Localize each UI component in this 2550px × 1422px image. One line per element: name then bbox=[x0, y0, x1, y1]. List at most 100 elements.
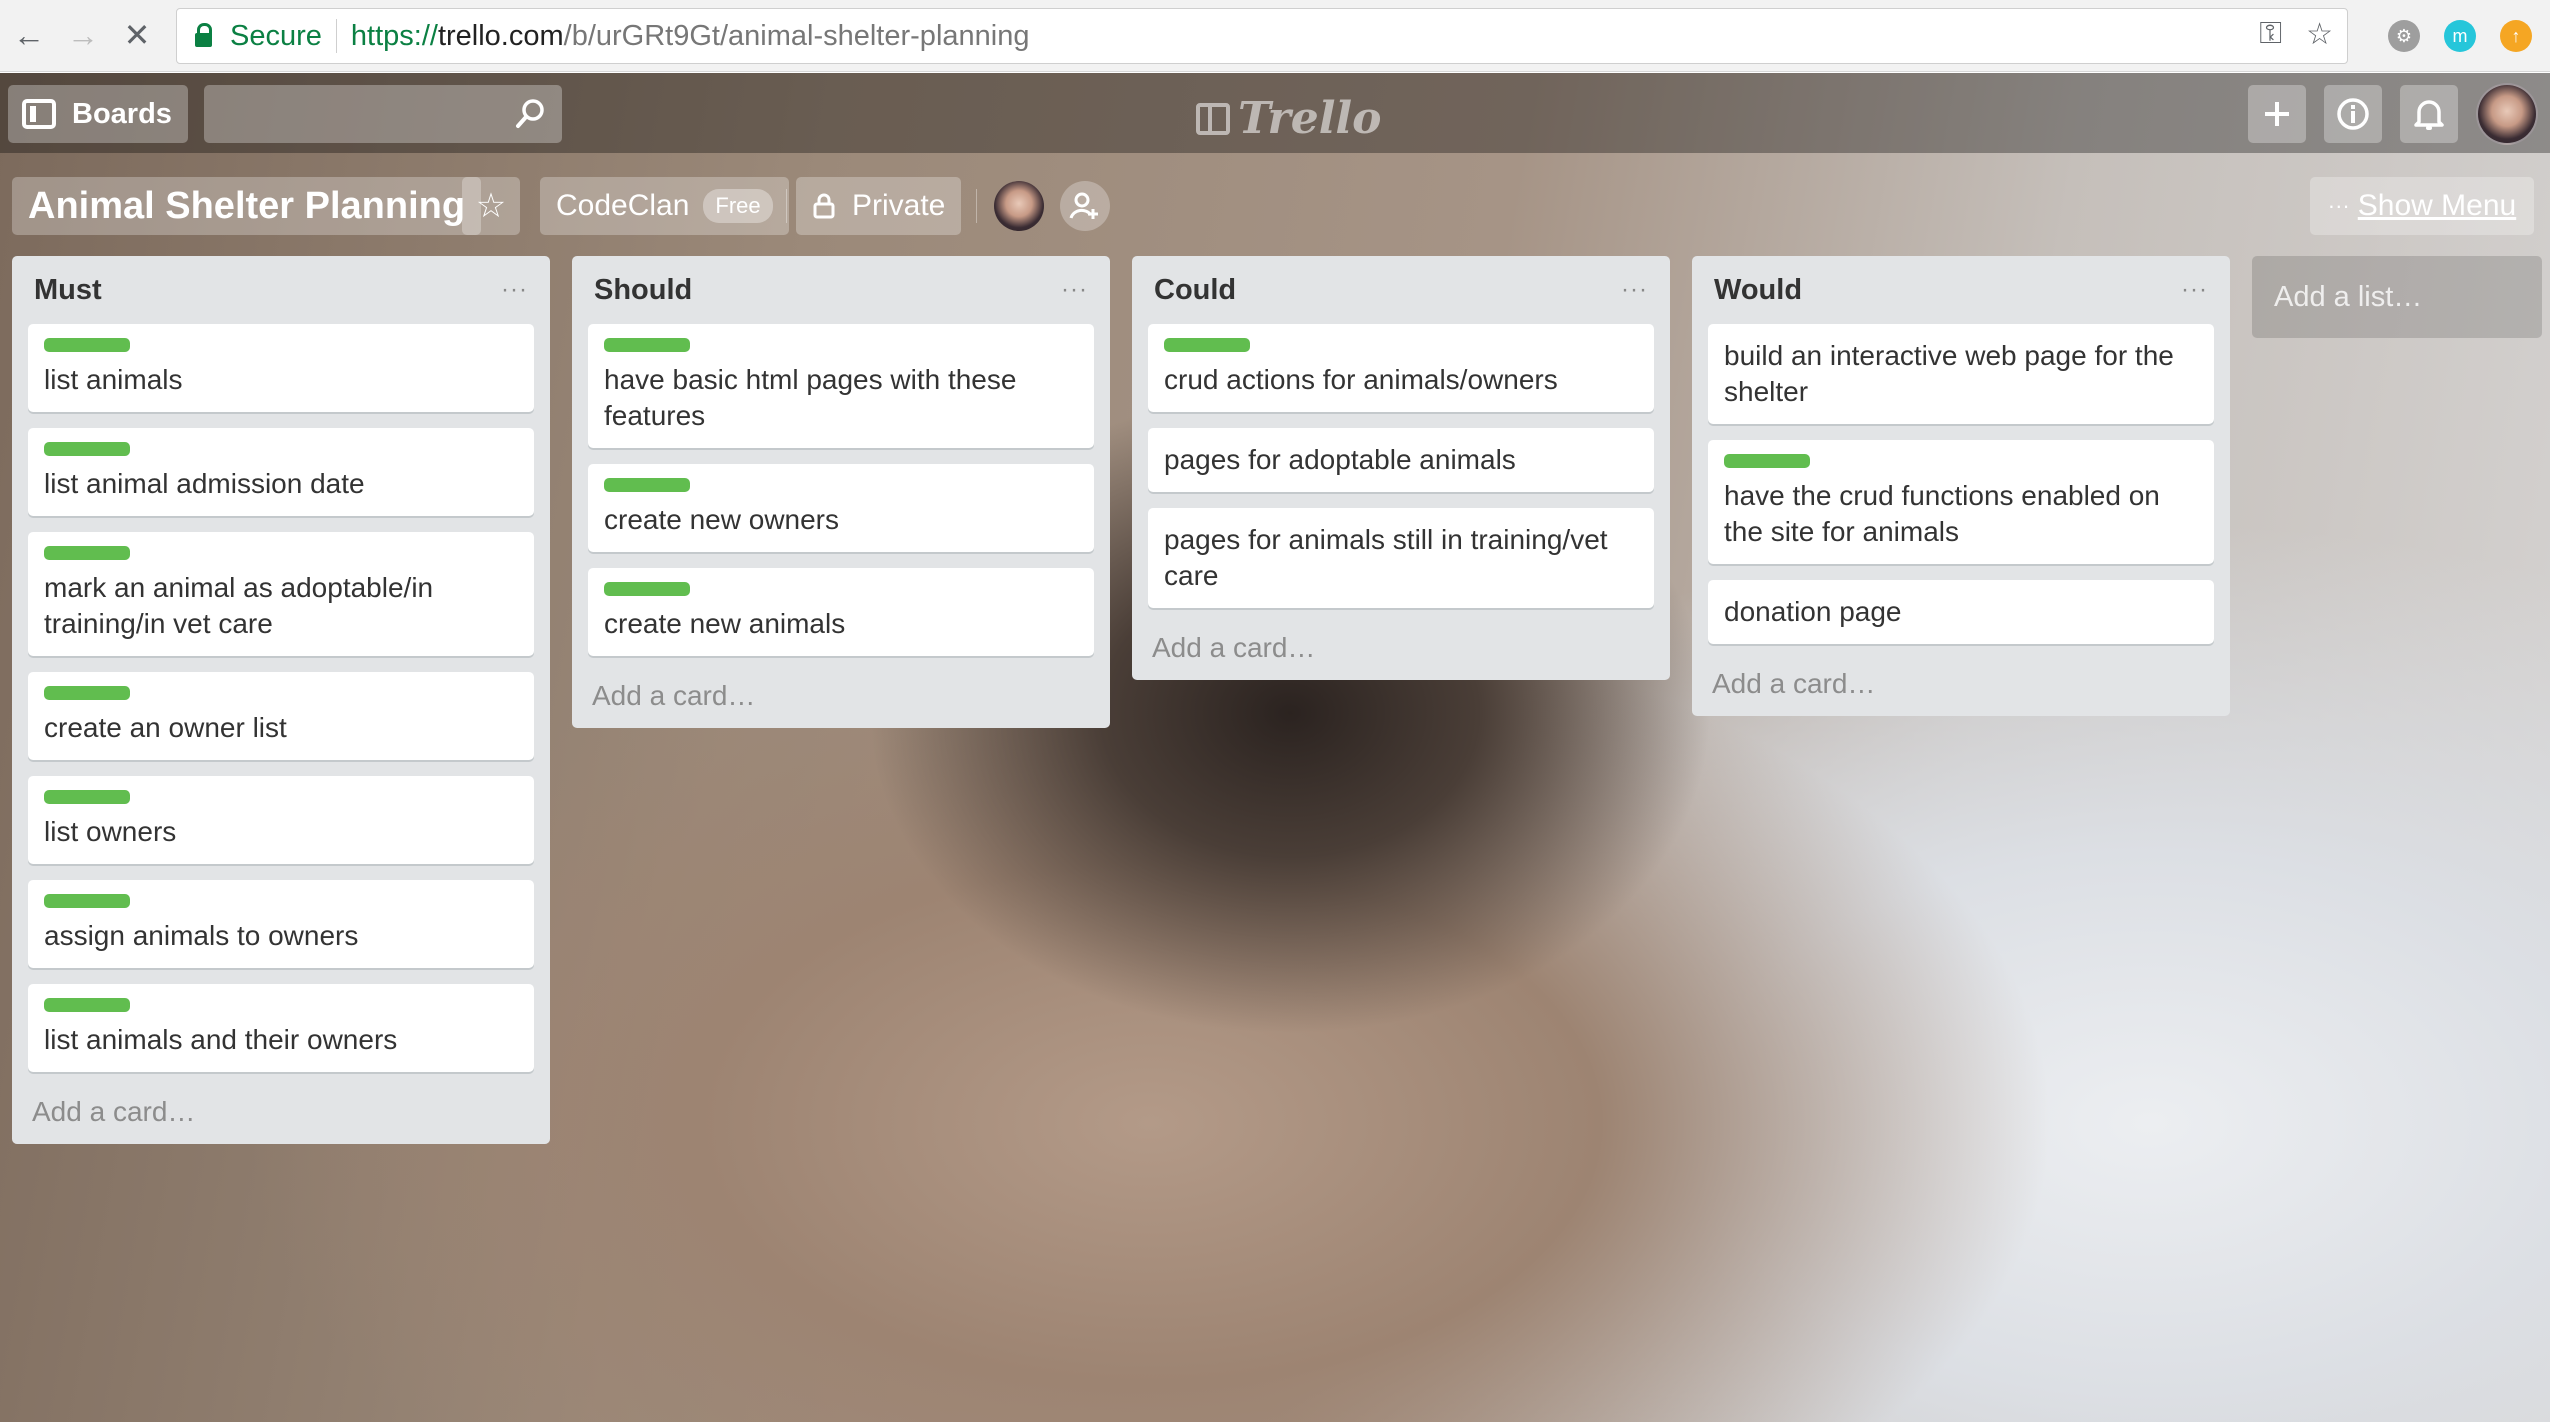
key-icon[interactable]: ⚿ bbox=[2259, 17, 2282, 52]
list-menu-icon[interactable]: ··· bbox=[1061, 276, 1088, 304]
green-label bbox=[44, 338, 130, 352]
search-icon[interactable] bbox=[514, 97, 548, 131]
list-menu-icon[interactable]: ··· bbox=[2181, 276, 2208, 304]
card[interactable]: create an owner list bbox=[28, 672, 534, 760]
add-card-link[interactable]: Add a card… bbox=[1708, 660, 2214, 700]
add-list-button[interactable]: Add a list… bbox=[2252, 256, 2542, 338]
green-label bbox=[44, 686, 130, 700]
green-label bbox=[604, 582, 690, 596]
card-title: build an interactive web page for the sh… bbox=[1724, 340, 2174, 407]
card-title: create an owner list bbox=[44, 712, 287, 743]
extension-m-icon[interactable]: m bbox=[2444, 20, 2476, 52]
back-arrow-icon[interactable]: ← bbox=[6, 12, 52, 58]
card[interactable]: list animals and their owners bbox=[28, 984, 534, 1072]
card-title: pages for animals still in training/vet … bbox=[1164, 524, 1608, 591]
card-title: list owners bbox=[44, 816, 177, 847]
card[interactable]: donation page bbox=[1708, 580, 2214, 644]
card[interactable]: have basic html pages with these feature… bbox=[588, 324, 1094, 448]
address-bar[interactable]: Secure https://trello.com/b/urGRt9Gt/ani… bbox=[176, 8, 2348, 64]
card-title: list animals and their owners bbox=[44, 1024, 398, 1055]
list-title: Should bbox=[594, 273, 693, 306]
list-title: Must bbox=[34, 273, 102, 306]
add-member-button[interactable] bbox=[1060, 181, 1110, 231]
free-badge: Free bbox=[703, 189, 773, 223]
add-card-link[interactable]: Add a card… bbox=[1148, 624, 1654, 664]
list-header[interactable]: Would ··· bbox=[1708, 256, 2214, 324]
green-label bbox=[44, 894, 130, 908]
add-button[interactable] bbox=[2248, 85, 2306, 143]
card[interactable]: create new owners bbox=[588, 464, 1094, 552]
header-divider bbox=[976, 189, 977, 223]
list-must: Must ··· list animals list animal admiss… bbox=[12, 256, 550, 1144]
menu-dots-icon: ··· bbox=[2327, 193, 2350, 218]
list-title: Could bbox=[1154, 273, 1237, 306]
card[interactable]: create new animals bbox=[588, 568, 1094, 656]
plus-icon bbox=[2265, 102, 2289, 126]
list-menu-icon[interactable]: ··· bbox=[1621, 276, 1648, 304]
card[interactable]: assign animals to owners bbox=[28, 880, 534, 968]
user-avatar[interactable] bbox=[2476, 83, 2538, 145]
member-avatar[interactable] bbox=[994, 181, 1044, 231]
card-title: mark an animal as adoptable/in training/… bbox=[44, 572, 434, 639]
info-button[interactable] bbox=[2324, 85, 2382, 143]
notifications-button[interactable] bbox=[2400, 85, 2458, 143]
show-menu-button[interactable]: ··· Show Menu bbox=[2310, 177, 2534, 235]
card-title: crud actions for animals/owners bbox=[1164, 364, 1558, 395]
green-label bbox=[44, 546, 130, 560]
card[interactable]: have the crud functions enabled on the s… bbox=[1708, 440, 2214, 564]
card[interactable]: pages for adoptable animals bbox=[1148, 428, 1654, 492]
visibility-button[interactable]: Private bbox=[796, 177, 962, 235]
add-card-link[interactable]: Add a card… bbox=[28, 1088, 534, 1128]
add-card-link[interactable]: Add a card… bbox=[588, 672, 1094, 712]
star-icon: ☆ bbox=[475, 187, 507, 225]
trello-logo-icon bbox=[1196, 102, 1230, 135]
visibility-label: Private bbox=[852, 189, 946, 222]
url-host: trello.com bbox=[437, 19, 564, 52]
green-label bbox=[44, 442, 130, 456]
list-header[interactable]: Should ··· bbox=[588, 256, 1094, 324]
update-arrow-icon[interactable]: ↑ bbox=[2500, 20, 2532, 52]
card-title: donation page bbox=[1724, 596, 1902, 627]
board-title[interactable]: Animal Shelter Planning bbox=[12, 177, 482, 235]
card-title: assign animals to owners bbox=[44, 920, 359, 951]
green-label bbox=[44, 998, 130, 1012]
green-label bbox=[604, 338, 690, 352]
boards-label: Boards bbox=[72, 97, 172, 130]
stop-loading-icon[interactable]: ✕ bbox=[114, 12, 160, 58]
padlock-icon bbox=[813, 193, 835, 219]
card[interactable]: list animal admission date bbox=[28, 428, 534, 516]
card[interactable]: list owners bbox=[28, 776, 534, 864]
star-board-button[interactable]: ☆ bbox=[462, 177, 520, 235]
header-divider bbox=[786, 189, 787, 223]
star-icon[interactable]: ☆ bbox=[2306, 17, 2333, 52]
card[interactable]: pages for animals still in training/vet … bbox=[1148, 508, 1654, 608]
list-menu-icon[interactable]: ··· bbox=[501, 276, 528, 304]
card[interactable]: crud actions for animals/owners bbox=[1148, 324, 1654, 412]
list-title: Would bbox=[1714, 273, 1803, 306]
card[interactable]: list animals bbox=[28, 324, 534, 412]
list-would: Would ··· build an interactive web page … bbox=[1692, 256, 2230, 716]
green-label bbox=[44, 790, 130, 804]
url-path: /b/urGRt9Gt/animal-shelter-planning bbox=[563, 19, 1030, 52]
info-icon bbox=[2337, 98, 2369, 130]
secure-label: Secure bbox=[230, 19, 322, 52]
green-label bbox=[1724, 454, 1810, 468]
omnibox-divider bbox=[335, 19, 337, 53]
list-header[interactable]: Could ··· bbox=[1148, 256, 1654, 324]
card[interactable]: mark an animal as adoptable/in training/… bbox=[28, 532, 534, 656]
team-button[interactable]: CodeClan Free bbox=[540, 177, 789, 235]
trello-logo[interactable]: Trello bbox=[1196, 93, 1382, 144]
add-member-icon bbox=[1069, 192, 1098, 219]
trello-logo-text: Trello bbox=[1238, 93, 1382, 144]
boards-button[interactable]: Boards bbox=[8, 85, 188, 143]
settings-gear-icon[interactable]: ⚙ bbox=[2388, 20, 2420, 52]
boards-icon bbox=[22, 99, 56, 129]
forward-arrow-icon[interactable]: → bbox=[60, 12, 106, 58]
list-header[interactable]: Must ··· bbox=[28, 256, 534, 324]
card[interactable]: build an interactive web page for the sh… bbox=[1708, 324, 2214, 424]
search-box[interactable] bbox=[204, 85, 562, 143]
url-scheme: https:// bbox=[350, 19, 438, 52]
list-could: Could ··· crud actions for animals/owner… bbox=[1132, 256, 1670, 680]
browser-chrome: ← → ✕ Secure https://trello.com/b/urGRt9… bbox=[0, 0, 2550, 72]
search-input[interactable] bbox=[204, 85, 562, 143]
